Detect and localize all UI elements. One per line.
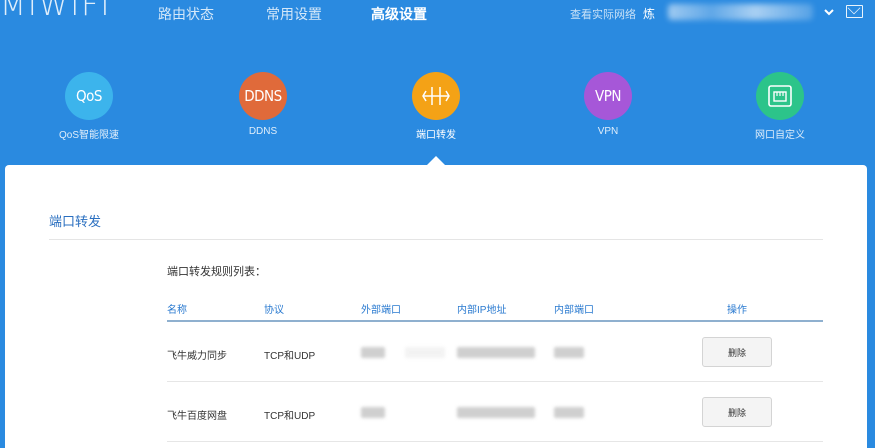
ddns-icon: DDNS — [239, 72, 287, 120]
redacted-internal-port — [554, 347, 584, 358]
user-name: 炼 — [643, 7, 656, 21]
redacted-user-info — [668, 4, 813, 20]
delete-button[interactable]: 删除 — [702, 337, 772, 367]
redacted-internal-port — [554, 407, 584, 418]
tool-label: VPN — [597, 126, 619, 137]
col-header-internal-ip: 内部IP地址 — [457, 305, 507, 316]
tool-qos[interactable]: QoS QoS智能限速 — [19, 72, 159, 141]
logo: MIWIFI — [0, 0, 112, 23]
redacted-smudge — [405, 347, 445, 358]
mail-icon[interactable] — [846, 5, 863, 18]
qos-icon: QoS — [65, 72, 113, 120]
divider — [49, 239, 823, 240]
redacted-internal-ip — [457, 407, 535, 418]
port-forward-icon — [412, 72, 460, 120]
vpn-icon: VPN — [584, 72, 632, 120]
redacted-external-port — [361, 347, 385, 358]
rule-protocol: TCP和UDP — [264, 411, 316, 422]
tab-common-settings[interactable]: 常用设置 — [266, 4, 322, 24]
tool-ddns[interactable]: DDNS DDNS — [193, 72, 333, 137]
redacted-internal-ip — [457, 347, 535, 358]
list-caption: 端口转发规则列表： — [167, 266, 266, 278]
col-header-name: 名称 — [167, 305, 187, 316]
bandwidth-link[interactable]: 查看实际网络 — [570, 6, 636, 22]
rule-protocol: TCP和UDP — [264, 351, 316, 362]
rule-name: 飞牛威力同步 — [167, 351, 227, 362]
tab-router-status[interactable]: 路由状态 — [158, 4, 214, 24]
tool-label: DDNS — [248, 126, 278, 137]
ethernet-port-icon — [756, 72, 804, 120]
col-header-action: 操作 — [727, 305, 747, 316]
top-bar: MIWIFI 路由状态 常用设置 高级设置 查看实际网络 炼 — [0, 0, 875, 28]
delete-button[interactable]: 删除 — [702, 397, 772, 427]
tool-ethernet-custom[interactable]: 网口自定义 — [710, 72, 850, 141]
content-card: 端口转发 端口转发规则列表： 名称 协议 外部端口 内部IP地址 内部端口 操作… — [5, 165, 867, 448]
col-header-internal-port: 内部端口 — [554, 305, 594, 316]
table-row: 飞牛威力同步 TCP和UDP 删除 — [5, 322, 867, 382]
chevron-down-icon[interactable] — [823, 6, 835, 18]
tab-advanced-settings[interactable]: 高级设置 — [371, 4, 427, 24]
section-title: 端口转发 — [49, 214, 102, 229]
tool-label: 网口自定义 — [755, 130, 805, 141]
tool-vpn[interactable]: VPN VPN — [538, 72, 678, 137]
col-header-external-port: 外部端口 — [361, 305, 401, 316]
tool-label: 端口转发 — [416, 130, 456, 141]
col-header-protocol: 协议 — [264, 305, 284, 316]
active-tool-pointer — [427, 156, 445, 165]
rule-name: 飞牛百度网盘 — [167, 411, 227, 422]
redacted-external-port — [361, 407, 385, 418]
table-row: 飞牛百度网盘 TCP和UDP 删除 — [5, 382, 867, 442]
tool-port-forward[interactable]: 端口转发 — [366, 72, 506, 141]
tool-label: QoS智能限速 — [58, 130, 119, 141]
row-divider — [167, 441, 823, 442]
